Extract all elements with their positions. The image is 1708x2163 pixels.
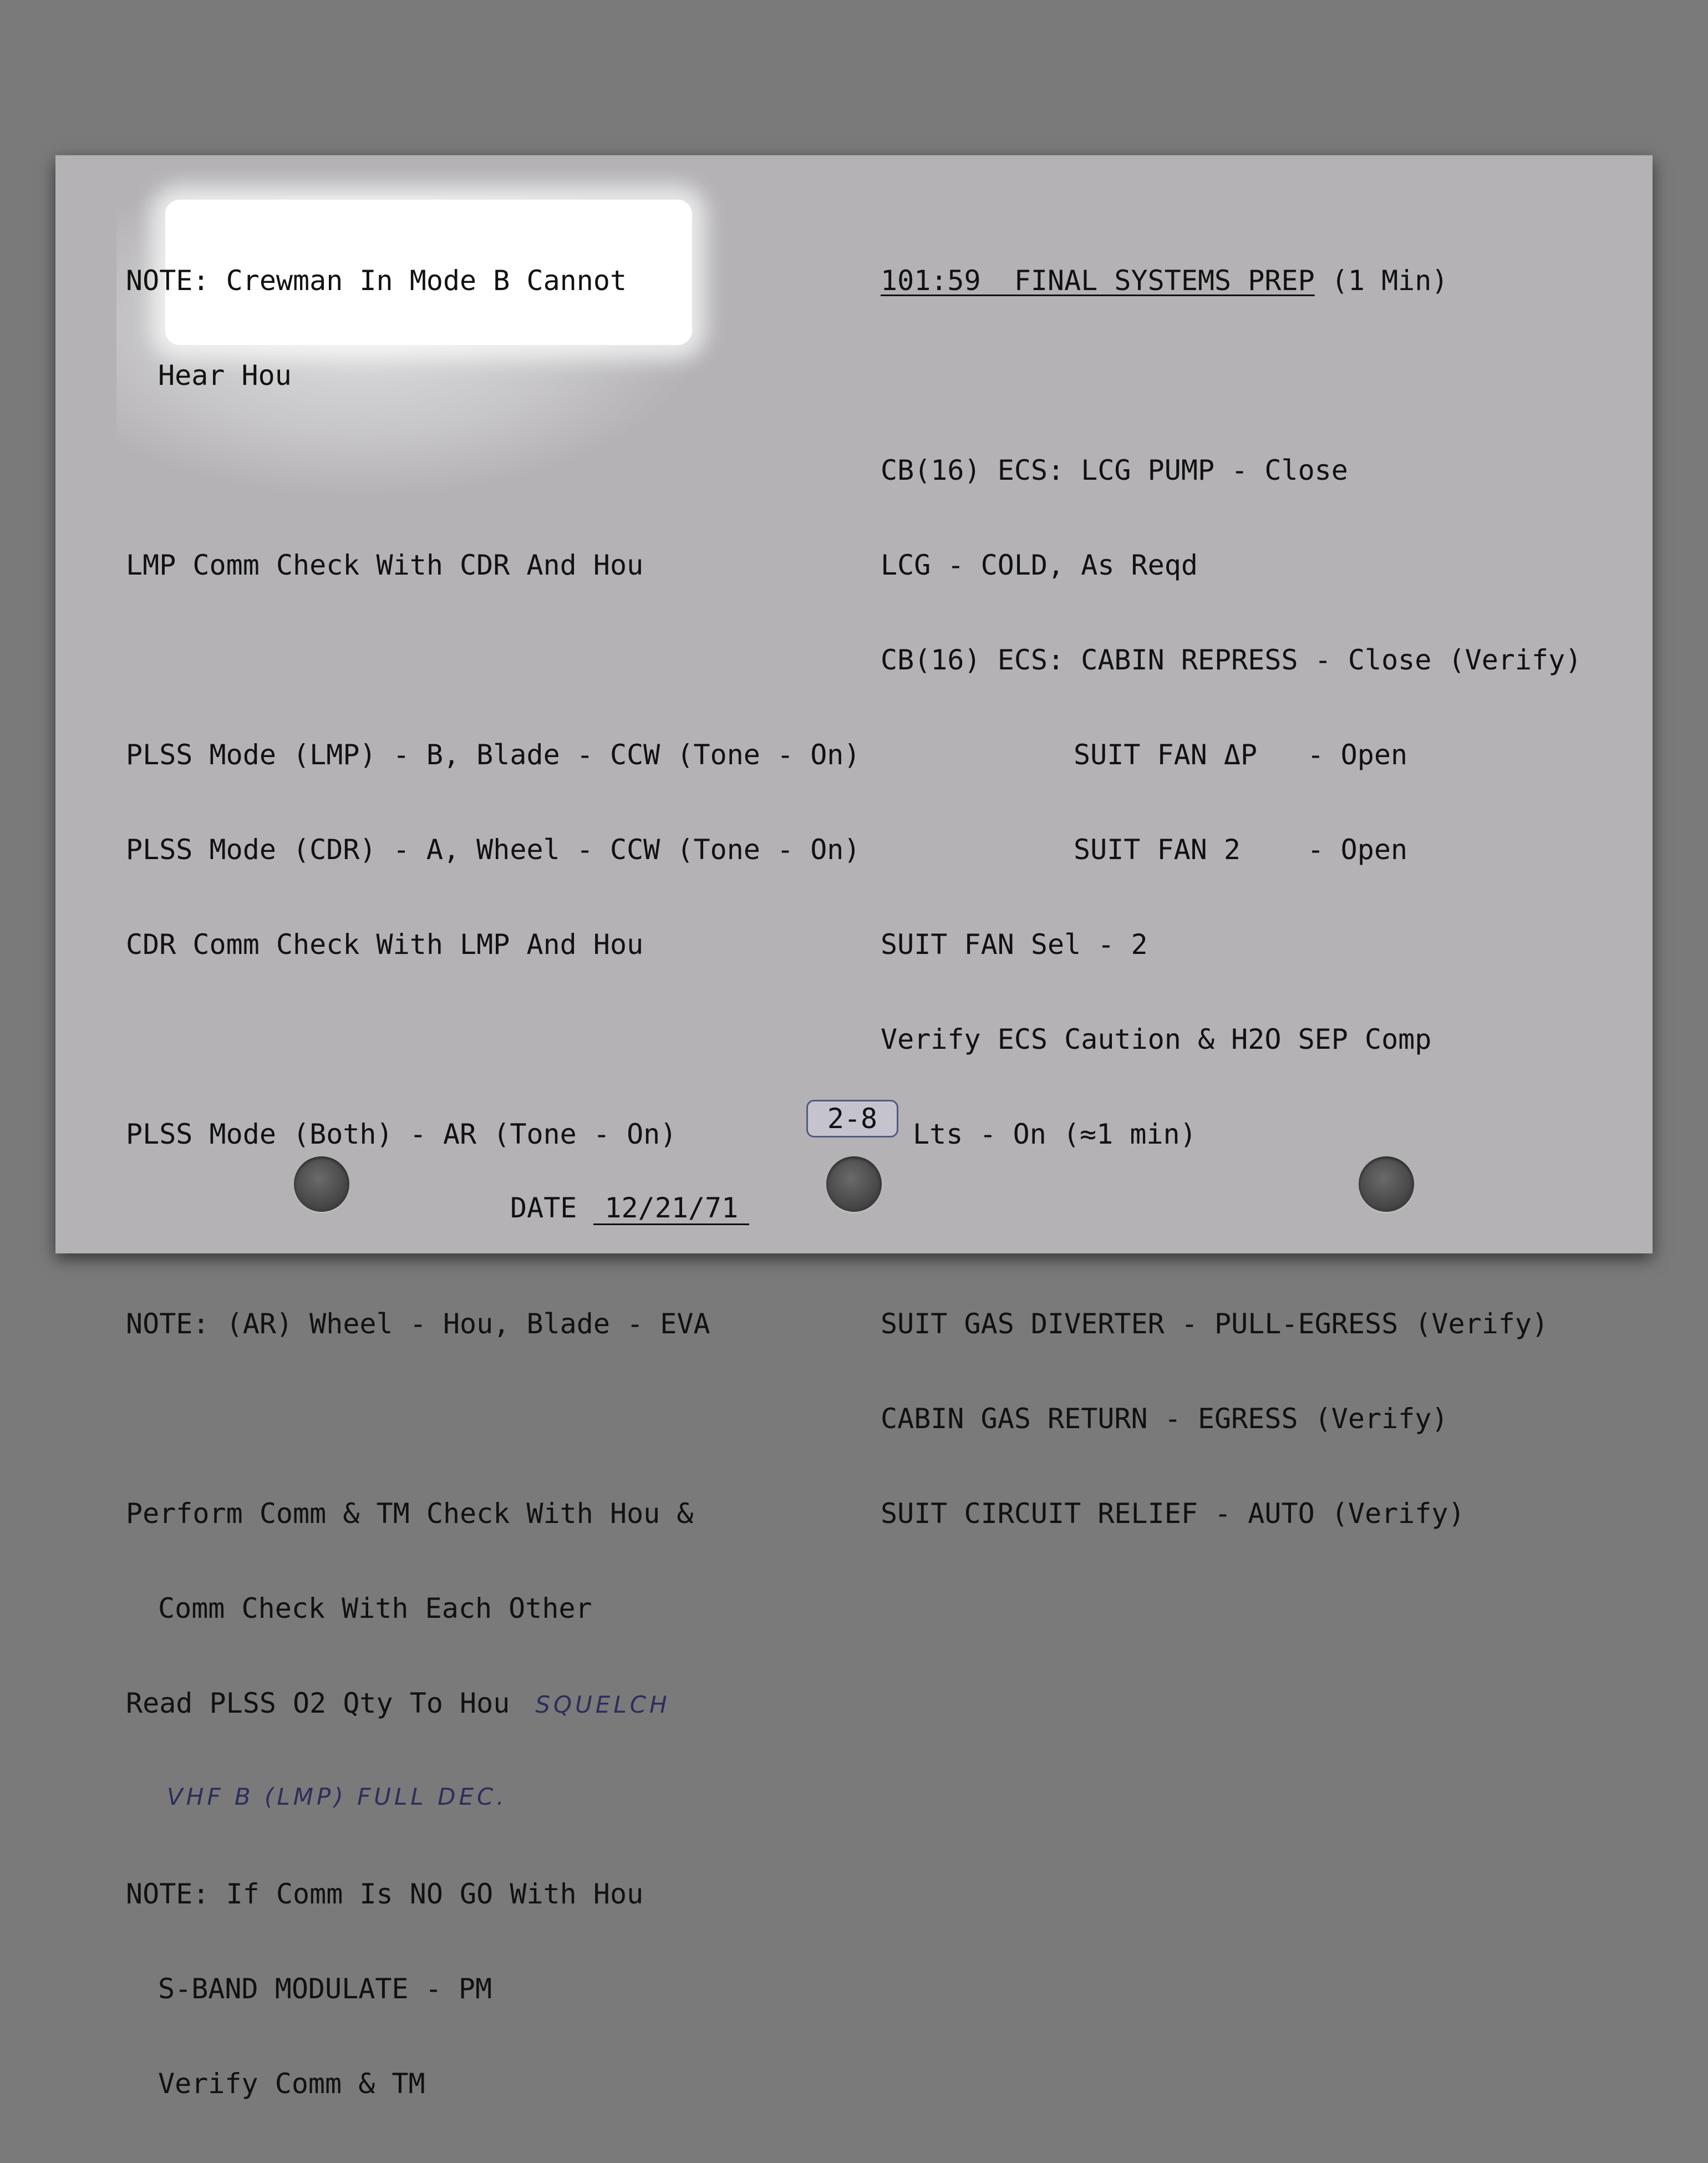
cdr-comm-check: CDR Comm Check With LMP And Hou	[126, 928, 644, 961]
heading-time-title: 101:59 FINAL SYSTEMS PREP	[881, 265, 1315, 297]
binder-hole-left-icon	[294, 1156, 349, 1212]
date-label: DATE	[510, 1192, 577, 1224]
verify-ecs-line2: Lts - On (≈1 min)	[913, 1118, 1197, 1150]
cb-lcg-pump: CB(16) ECS: LCG PUMP - Close	[881, 454, 1348, 486]
left-column: NOTE: Crewman In Mode B Cannot Hear Hou …	[126, 202, 861, 2163]
perform-comm-line2: Comm Check With Each Other	[158, 1592, 592, 1624]
read-plss-o2: Read PLSS O2 Qty To Hou	[126, 1687, 510, 1719]
suit-fan-sel: SUIT FAN Sel - 2	[881, 928, 1148, 961]
date-value: 12/21/71	[593, 1192, 750, 1225]
checklist-card: NOTE: Crewman In Mode B Cannot Hear Hou …	[55, 155, 1653, 2100]
note-mode-b-line2: Hear Hou	[158, 359, 292, 392]
section-heading: 101:59 FINAL SYSTEMS PREP (1 Min)	[881, 265, 1582, 297]
suit-fan-2: SUIT FAN 2 - Open	[1074, 834, 1408, 866]
right-column: 101:59 FINAL SYSTEMS PREP (1 Min) CB(16)…	[881, 202, 1582, 1593]
date-field: DATE 12/21/71	[510, 1191, 750, 1225]
handwritten-squelch: SQUELCH	[535, 1691, 670, 1718]
plss-mode-lmp: PLSS Mode (LMP) - B, Blade - CCW (Tone -…	[126, 739, 861, 771]
lmp-comm-check: LMP Comm Check With CDR And Hou	[126, 549, 644, 581]
note-comm-nogo: NOTE: If Comm Is NO GO With Hou	[126, 1878, 644, 1910]
suit-fan-dp: SUIT FAN ΔP - Open	[1074, 739, 1408, 771]
binder-hole-center-icon	[826, 1156, 882, 1212]
page-number-tab: 2-8	[806, 1100, 898, 1138]
cb-cabin-repress: CB(16) ECS: CABIN REPRESS - Close (Verif…	[881, 644, 1582, 676]
note-ar-wheel: NOTE: (AR) Wheel - Hou, Blade - EVA	[126, 1308, 710, 1340]
handwritten-vhf-note: VHF B (LMP) FULL DEC.	[167, 1783, 507, 1810]
sband-modulate: S-BAND MODULATE - PM	[158, 1973, 492, 2005]
verify-ecs-line1: Verify ECS Caution & H2O SEP Comp	[881, 1023, 1432, 1055]
heading-duration: (1 Min)	[1314, 265, 1448, 297]
plss-mode-cdr: PLSS Mode (CDR) - A, Wheel - CCW (Tone -…	[126, 834, 861, 866]
perform-comm-line1: Perform Comm & TM Check With Hou &	[126, 1497, 694, 1530]
cabin-gas-return: CABIN GAS RETURN - EGRESS (Verify)	[881, 1403, 1448, 1435]
plss-mode-both: PLSS Mode (Both) - AR (Tone - On)	[126, 1118, 677, 1150]
note-mode-b-line1: NOTE: Crewman In Mode B Cannot	[126, 265, 627, 297]
read-plss-line: Read PLSS O2 Qty To Hou SQUELCH	[126, 1688, 861, 1720]
suit-circuit-relief: SUIT CIRCUIT RELIEF - AUTO (Verify)	[881, 1497, 1465, 1530]
binder-hole-right-icon	[1359, 1156, 1414, 1212]
verify-comm-tm: Verify Comm & TM	[158, 2068, 425, 2100]
suit-gas-diverter: SUIT GAS DIVERTER - PULL-EGRESS (Verify)	[881, 1308, 1549, 1340]
lcg-cold: LCG - COLD, As Reqd	[881, 549, 1198, 581]
